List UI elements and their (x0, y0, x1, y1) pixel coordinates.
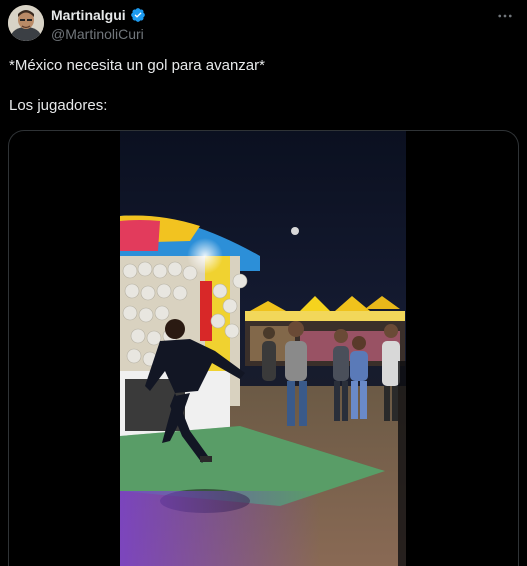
tweet-text: *México necesita un gol para avanzar* Lo… (9, 56, 265, 116)
user-block: Martinalgui @MartinoliCuri (51, 6, 146, 42)
avatar[interactable] (8, 5, 44, 41)
verified-badge-icon (130, 7, 146, 23)
name-row: Martinalgui (51, 6, 146, 24)
tweet[interactable]: Martinalgui @MartinoliCuri *México neces… (0, 0, 527, 566)
tweet-text-line-1: *México necesita un gol para avanzar* (9, 57, 265, 74)
tweet-text-line-2: Los jugadores: (9, 97, 108, 114)
video-still (120, 131, 406, 566)
video-player[interactable] (8, 130, 519, 566)
avatar-image (8, 5, 44, 41)
more-horizontal-icon (498, 14, 512, 18)
video-frame[interactable] (120, 131, 406, 566)
display-name[interactable]: Martinalgui (51, 7, 126, 23)
user-handle[interactable]: @MartinoliCuri (51, 26, 146, 42)
more-options-button[interactable] (495, 6, 515, 26)
